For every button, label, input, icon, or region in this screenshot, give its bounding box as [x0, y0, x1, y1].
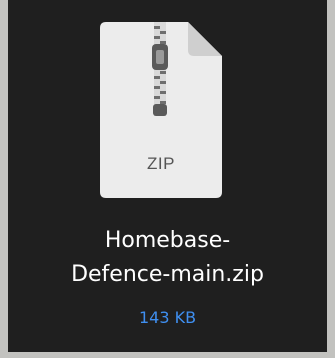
file-name-line-1: Homebase- [104, 228, 231, 253]
file-item-zip[interactable]: ZIP Homebase- Defence-main.zip 143 KB [8, 0, 327, 352]
finder-window-area: ZIP Homebase- Defence-main.zip 143 KB [8, 0, 327, 352]
zip-type-label: ZIP [147, 154, 175, 173]
file-name-label[interactable]: Homebase- Defence-main.zip [8, 224, 327, 292]
zip-archive-icon[interactable]: ZIP [96, 20, 226, 200]
file-size-label: 143 KB [138, 308, 197, 327]
file-name-line-2: Defence-main.zip [71, 262, 264, 287]
